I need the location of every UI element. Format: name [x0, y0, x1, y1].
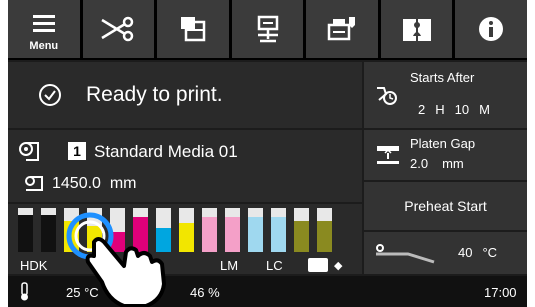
- ink-level-fill: [225, 217, 240, 252]
- maintenance-button[interactable]: [306, 0, 378, 58]
- starts-after-minutes: 10: [454, 102, 470, 117]
- media-roll-icon: [19, 142, 39, 161]
- starts-after-hours: 2: [418, 102, 426, 117]
- menu-button[interactable]: Menu: [8, 0, 80, 58]
- status-text: Ready to print.: [86, 83, 223, 106]
- media-feed-icon: [257, 15, 278, 43]
- ink-cartridge: [41, 208, 56, 252]
- printer-maintenance-icon: [327, 17, 356, 41]
- waste-ink-icon: [308, 258, 328, 272]
- ink-level-fill: [271, 217, 286, 252]
- ink-level-fill: [248, 217, 263, 252]
- clock: 17:00: [484, 285, 517, 300]
- ink-level-fill: [317, 221, 332, 252]
- heater-reading: 40 °C: [458, 245, 497, 260]
- platen-gap-reading: 2.0 mm: [410, 156, 464, 171]
- ink-label-hdk: HDK: [20, 258, 48, 273]
- media-name: Standard Media 01: [94, 142, 238, 161]
- platen-gap-unit: mm: [442, 156, 464, 171]
- cutter-icon: [101, 16, 134, 42]
- ink-cartridge: [179, 208, 194, 252]
- media-info-panel[interactable]: 1 Standard Media 01 1450.0 mm: [8, 130, 362, 202]
- platen-gap-panel[interactable]: Platen Gap 2.0 mm: [364, 130, 527, 180]
- platen-gap-title: Platen Gap: [410, 136, 476, 151]
- check-circle-icon: [39, 84, 61, 106]
- media-layers-icon: [180, 17, 206, 42]
- ink-label-lm: LM: [220, 258, 239, 273]
- ink-cartridge: [248, 208, 263, 252]
- info-icon: [479, 17, 504, 41]
- info-button[interactable]: [455, 0, 527, 58]
- preheat-start-button[interactable]: Preheat Start: [364, 182, 527, 230]
- heater-icon: [376, 244, 435, 264]
- touch-hand-icon: [66, 212, 166, 307]
- ink-cartridge: [18, 208, 33, 252]
- ink-level-fill: [18, 215, 33, 252]
- ink-drop-icon: ◆: [334, 260, 343, 272]
- timer-icon: [377, 87, 397, 105]
- ink-level-fill: [202, 217, 217, 252]
- printer-panel-screen: Menu Ready to print. Starts After 2 H 10…: [8, 0, 527, 307]
- manual-book-icon: [402, 19, 431, 41]
- starts-after-panel[interactable]: Starts After 2 H 10 M: [364, 62, 527, 128]
- cutter-button[interactable]: [82, 0, 155, 58]
- menu-label: Menu: [29, 40, 59, 52]
- ink-level-fill: [179, 223, 194, 252]
- menu-icon: [32, 15, 55, 32]
- ink-levels-panel[interactable]: HDK LM LC ◆: [8, 204, 362, 274]
- media-setting-button[interactable]: [157, 0, 229, 58]
- ink-label-lc: LC: [266, 258, 283, 273]
- status-panel[interactable]: Ready to print.: [8, 62, 362, 128]
- toolbar: Menu: [8, 0, 527, 60]
- heater-value: 40: [458, 245, 473, 260]
- platen-gap-value: 2.0: [410, 156, 429, 171]
- ink-cartridge: [225, 208, 240, 252]
- starts-after-minutes-unit: M: [479, 102, 490, 117]
- heater-temperature-panel[interactable]: 40 °C: [364, 232, 527, 274]
- humidity: 46 %: [190, 285, 220, 300]
- media-number-badge: 1: [68, 142, 86, 160]
- ink-level-fill: [294, 221, 309, 252]
- media-feed-button[interactable]: [231, 0, 304, 58]
- ink-cartridge: [202, 208, 217, 252]
- starts-after-time: 2 H 10 M: [418, 102, 490, 117]
- starts-after-title: Starts After: [410, 70, 475, 85]
- ink-cartridge: [317, 208, 332, 252]
- starts-after-hours-unit: H: [435, 102, 445, 117]
- thermometer-icon: [21, 282, 28, 301]
- media-remaining: 1450.0 mm: [52, 175, 137, 192]
- preheat-start-label: Preheat Start: [404, 198, 487, 214]
- ink-level-fill: [41, 215, 56, 252]
- manual-button[interactable]: [380, 0, 453, 58]
- ink-cartridge: [294, 208, 309, 252]
- platen-gap-icon: [377, 146, 399, 164]
- ink-cartridge: [271, 208, 286, 252]
- heater-unit: °C: [482, 245, 498, 260]
- media-remaining-icon: [25, 176, 43, 191]
